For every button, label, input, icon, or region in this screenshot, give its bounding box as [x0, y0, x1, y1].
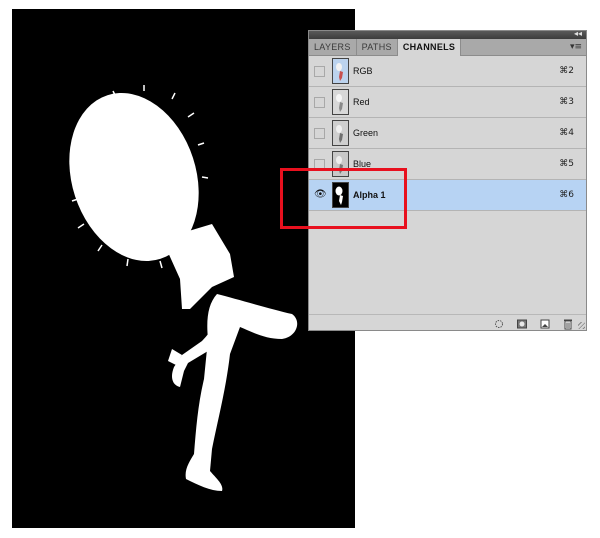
visibility-toggle[interactable] — [314, 96, 325, 108]
channel-shortcut: ⌘5 — [559, 159, 574, 169]
panel-menu-icon[interactable]: ▾≡ — [570, 39, 582, 55]
document-canvas[interactable] — [12, 9, 355, 528]
panel-tab-bar: LAYERS PATHS CHANNELS ▾≡ — [309, 39, 586, 56]
channel-thumbnail — [332, 89, 349, 115]
channel-shortcut: ⌘4 — [559, 128, 574, 138]
channel-thumbnail — [332, 120, 349, 146]
tab-channels[interactable]: CHANNELS — [397, 39, 462, 56]
load-selection-icon[interactable] — [493, 317, 505, 329]
visibility-toggle[interactable] — [314, 127, 325, 139]
double-chevron-icon[interactable]: ◂◂ — [574, 29, 582, 39]
annotation-highlight-box — [280, 168, 407, 229]
resize-grip[interactable] — [578, 322, 585, 329]
new-channel-icon[interactable] — [539, 317, 551, 329]
channel-name: RGB — [353, 66, 373, 76]
tab-layers[interactable]: LAYERS — [309, 39, 357, 55]
channel-name: Red — [353, 97, 370, 107]
panel-bottom-toolbar — [309, 314, 586, 330]
visibility-toggle[interactable] — [314, 65, 325, 77]
channel-shortcut: ⌘2 — [559, 66, 574, 76]
save-selection-icon[interactable] — [516, 317, 528, 329]
channel-thumbnail — [332, 58, 349, 84]
channel-shortcut: ⌘6 — [559, 190, 574, 200]
channel-name: Green — [353, 128, 379, 138]
panel-titlebar[interactable]: ◂◂ — [309, 29, 586, 39]
channel-row-red[interactable]: Red ⌘3 — [309, 87, 586, 118]
tab-paths[interactable]: PATHS — [357, 39, 398, 55]
channel-row-rgb[interactable]: RGB ⌘2 — [309, 56, 586, 87]
alpha-mask-silhouette — [69, 85, 298, 491]
channel-shortcut: ⌘3 — [559, 97, 574, 107]
delete-channel-icon[interactable] — [562, 317, 574, 329]
channel-row-green[interactable]: Green ⌘4 — [309, 118, 586, 149]
